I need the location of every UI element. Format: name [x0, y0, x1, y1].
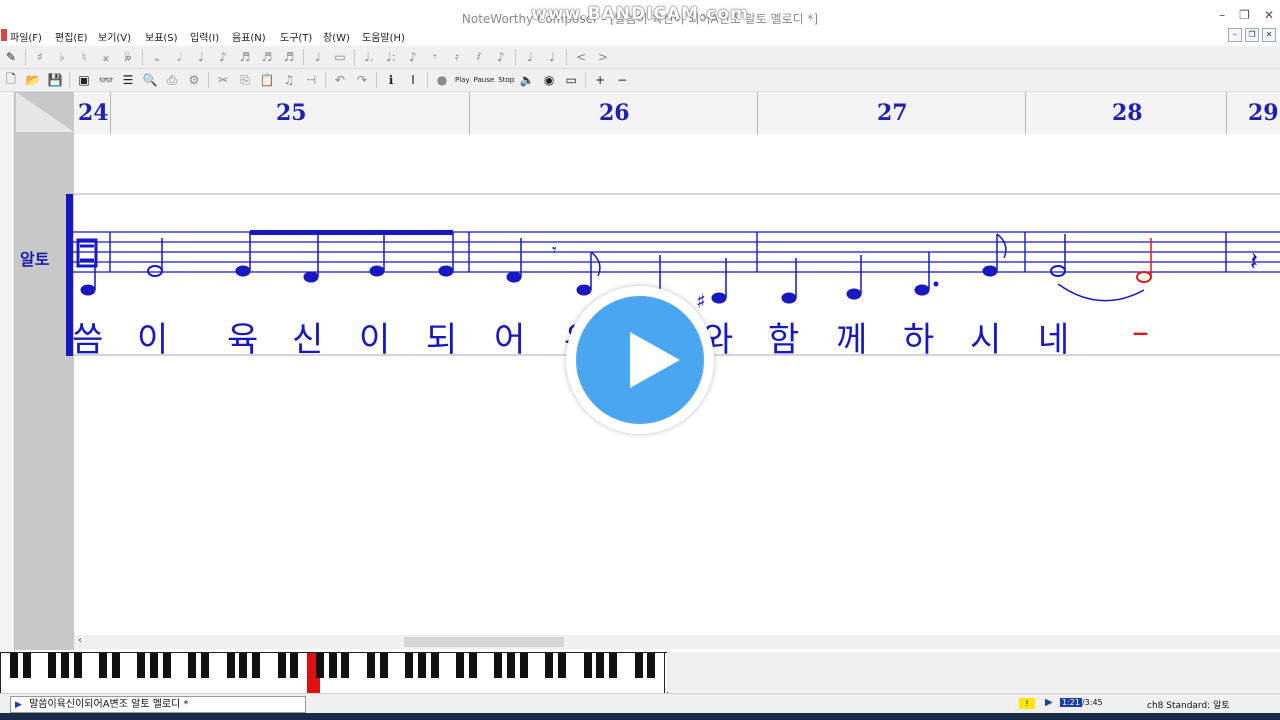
lyric-syllable: 네: [1038, 320, 1070, 360]
piano-black-key[interactable]: [456, 653, 464, 678]
piano-black-key[interactable]: [48, 653, 56, 678]
lyric-syllable: 씀: [72, 320, 104, 360]
piano-black-key[interactable]: [596, 653, 605, 678]
piano-black-key[interactable]: [494, 653, 503, 678]
piano-black-key[interactable]: [201, 653, 209, 678]
lyric-extender: –: [1132, 312, 1149, 352]
warning-icon: !: [1019, 698, 1035, 709]
staff-info: ch8 Standard: 알토: [1147, 701, 1230, 711]
video-play-button[interactable]: [566, 286, 714, 434]
piano-black-key[interactable]: [290, 653, 299, 678]
note: [982, 265, 998, 277]
beam: [250, 230, 453, 235]
piano-black-key[interactable]: [150, 653, 158, 678]
note: [846, 288, 862, 300]
piano-black-key[interactable]: [328, 653, 337, 678]
piano-black-key[interactable]: [162, 653, 171, 678]
piano-black-key[interactable]: [558, 653, 566, 678]
note: [369, 265, 385, 277]
piano-black-key[interactable]: [315, 653, 324, 678]
piano-black-key[interactable]: [583, 653, 592, 678]
piano-black-key[interactable]: [405, 653, 413, 678]
play-icon: [630, 332, 680, 388]
lyric-syllable: 신: [292, 320, 324, 360]
piano-black-key[interactable]: [609, 653, 617, 678]
piano-black-key[interactable]: [188, 653, 197, 678]
lyric-syllable: 되: [426, 320, 458, 360]
playback-time: 1:21/3:45: [1060, 698, 1103, 707]
note: [80, 284, 96, 296]
piano-black-key[interactable]: [73, 653, 82, 678]
note: [711, 292, 727, 304]
lyric-syllable: 어: [494, 320, 526, 360]
os-taskbar: [0, 713, 1280, 720]
piano-black-key[interactable]: [507, 653, 515, 678]
note: [506, 271, 522, 283]
lyric-syllable: 이: [359, 320, 391, 360]
note: [576, 284, 592, 296]
piano-black-key[interactable]: [277, 653, 286, 678]
note: [235, 265, 251, 277]
horizontal-scrollbar[interactable]: ‹: [74, 635, 1280, 649]
note: [914, 284, 930, 296]
playback-icon[interactable]: ▶: [1045, 697, 1053, 708]
scroll-left-icon[interactable]: ‹: [78, 635, 82, 646]
piano-black-key[interactable]: [545, 653, 554, 678]
piano-side-area: [667, 652, 1280, 692]
piano-keyboard[interactable]: [0, 652, 668, 694]
scroll-thumb[interactable]: [404, 637, 564, 647]
lyric-syllable: 하: [903, 320, 935, 360]
lyric-syllable: 이: [137, 320, 169, 360]
piano-black-key[interactable]: [252, 653, 260, 678]
piano-black-key[interactable]: [379, 653, 388, 678]
note: [438, 265, 454, 277]
rest-icon: 𝄾: [552, 240, 557, 261]
piano-black-key[interactable]: [417, 653, 426, 678]
sharp-icon: ♯: [696, 289, 706, 313]
piano-black-key[interactable]: [366, 653, 375, 678]
tie: [1057, 283, 1145, 302]
note: [781, 292, 797, 304]
piano-black-key[interactable]: [99, 653, 107, 678]
piano-black-key[interactable]: [22, 653, 31, 678]
piano-black-key[interactable]: [239, 653, 248, 678]
piano-black-key[interactable]: [341, 653, 350, 678]
selected-note: [1136, 271, 1152, 283]
piano-black-key[interactable]: [9, 653, 18, 678]
piano-black-key[interactable]: [111, 653, 120, 678]
time-current: 1:21: [1060, 698, 1082, 707]
piano-black-key[interactable]: [468, 653, 477, 678]
status-bar: ▶ 말씀이육신이되어A변조 알토 멜로디 * ! ▶ 1:21/3:45 ch8…: [0, 693, 1280, 714]
piano-black-key[interactable]: [634, 653, 643, 678]
piano-black-key[interactable]: [430, 653, 439, 678]
piano-black-key[interactable]: [226, 653, 235, 678]
lyric-syllable: 육: [227, 320, 259, 360]
piano-black-key[interactable]: [60, 653, 69, 678]
file-tab[interactable]: ▶ 말씀이육신이되어A변조 알토 멜로디 *: [10, 696, 306, 713]
lyric-syllable: 시: [970, 320, 1002, 360]
rest-icon: 𝄽: [1250, 247, 1258, 277]
file-tab-label: 말씀이육신이되어A변조 알토 멜로디 *: [29, 699, 189, 710]
note: [1050, 265, 1066, 277]
piano-black-key[interactable]: [519, 653, 528, 678]
play-arrow-icon: ▶: [15, 700, 22, 710]
time-total: 3:45: [1084, 698, 1103, 707]
note: [303, 271, 319, 283]
piano-black-key[interactable]: [647, 653, 656, 678]
lyric-syllable: 함: [768, 320, 800, 360]
note: [147, 265, 163, 277]
lyric-syllable: 께: [836, 320, 868, 360]
piano-black-key[interactable]: [137, 653, 146, 678]
